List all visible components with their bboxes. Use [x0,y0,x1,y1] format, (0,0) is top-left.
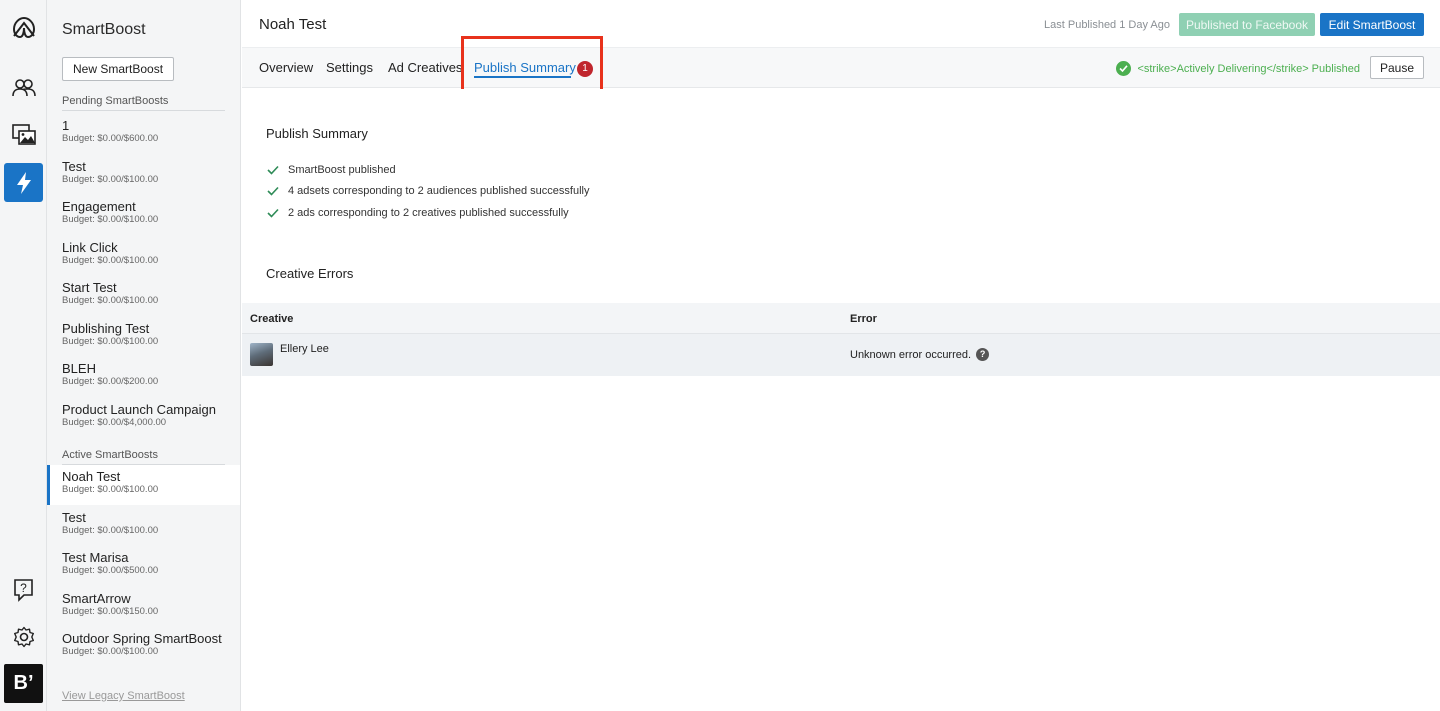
edit-smartboost-button[interactable]: Edit SmartBoost [1320,13,1424,36]
creative-name: Ellery Lee [280,343,329,355]
error-cell: Unknown error occurred. ? [850,348,990,361]
sidebar-item[interactable]: Outdoor Spring SmartBoost Budget: $0.00/$… [47,627,240,667]
delivery-status-text: <strike>Actively Delivering</strike> Pub… [1137,62,1360,75]
smartboost-sidebar: SmartBoost New SmartBoost Pending SmartB… [47,0,241,711]
summary-item-text: SmartBoost published [288,164,396,176]
table-row: Ellery Lee Unknown error occurred. ? [242,334,1440,376]
sidebar-item[interactable]: Start Test Budget: $0.00/$100.00 [47,276,240,316]
summary-item: 2 ads corresponding to 2 creatives publi… [267,207,569,219]
sidebar-item[interactable]: Link Click Budget: $0.00/$100.00 [47,236,240,276]
sidebar-item-name: Test Marisa [62,550,129,565]
active-section-label: Active SmartBoosts [62,449,225,465]
last-published-text: Last Published 1 Day Ago [1044,19,1170,31]
sidebar-item[interactable]: BLEH Budget: $0.00/$200.00 [47,357,240,397]
sidebar-item-name: Product Launch Campaign [62,401,216,417]
sidebar-item-budget: Budget: $0.00/$100.00 [62,254,159,266]
sidebar-item-budget: Budget: $0.00/$600.00 [62,133,159,144]
sidebar-item[interactable]: Product Launch Campaign Budget: $0.00/$4,… [47,398,240,438]
creative-errors-heading: Creative Errors [266,266,354,281]
sidebar-item-name: BLEH [62,361,96,376]
sidebar-item-name: Test [62,509,86,525]
sidebar-item-budget: Budget: $0.00/$100.00 [62,295,159,306]
page-header: Noah Test Last Published 1 Day Ago Publi… [242,0,1440,48]
sidebar-item-name: Link Click [62,239,118,255]
sidebar-item[interactable]: Noah Test Budget: $0.00/$100.00 [47,465,240,505]
help-icon[interactable]: ? [4,570,43,609]
errors-table-header: Creative Error [242,303,1440,334]
sidebar-item-name: Start Test [62,280,117,295]
sidebar-item-budget: Budget: $0.00/$100.00 [62,173,159,185]
sidebar-item-budget: Budget: $0.00/$4,000.00 [62,416,167,428]
sidebar-title: SmartBoost [62,21,146,38]
sidebar-item-budget: Budget: $0.00/$200.00 [62,376,159,387]
sidebar-item-name: Engagement [62,199,136,214]
tab-ad-creatives[interactable]: Ad Creatives [388,60,462,75]
summary-item: 4 adsets corresponding to 2 audiences pu… [267,185,589,197]
sidebar-item-budget: Budget: $0.00/$100.00 [62,646,159,657]
audiences-icon[interactable] [4,68,43,107]
logo-icon[interactable] [4,8,43,47]
sidebar-item[interactable]: Test Marisa Budget: $0.00/$500.00 [47,546,240,586]
tab-settings[interactable]: Settings [326,60,373,75]
help-icon[interactable]: ? [976,348,990,361]
sidebar-item-name: Noah Test [62,469,121,484]
brand-icon[interactable]: B’ [4,664,43,703]
sidebar-item[interactable]: SmartArrow Budget: $0.00/$150.00 [47,587,240,627]
check-icon [267,208,279,218]
sidebar-item-name: Test [62,158,86,174]
brand-label: B’ [13,672,34,694]
sidebar-item[interactable]: Test Budget: $0.00/$100.00 [47,155,240,195]
page-title: Noah Test [259,16,327,33]
sidebar-item-budget: Budget: $0.00/$100.00 [62,524,159,536]
column-header-error: Error [850,313,877,325]
tab-overview[interactable]: Overview [259,60,313,75]
summary-item-text: 2 ads corresponding to 2 creatives publi… [288,207,569,219]
sidebar-item[interactable]: 1 Budget: $0.00/$600.00 [47,114,240,154]
creative-thumbnail [250,343,273,366]
publish-summary-heading: Publish Summary [266,126,368,141]
publish-summary-panel: Publish Summary SmartBoost published 4 a… [242,89,1440,711]
sidebar-item-name: 1 [62,118,70,133]
sidebar-item-name: Outdoor Spring SmartBoost [62,631,222,646]
creatives-icon[interactable] [4,115,43,154]
sidebar-item[interactable]: Publishing Test Budget: $0.00/$100.00 [47,317,240,357]
view-legacy-link[interactable]: View Legacy SmartBoost [62,690,185,702]
sidebar-item-budget: Budget: $0.00/$100.00 [62,484,159,495]
check-icon [267,186,279,196]
sidebar-item-budget: Budget: $0.00/$100.00 [62,214,159,225]
check-circle-icon [1116,61,1132,76]
check-icon [267,165,279,175]
delivery-status: <strike>Actively Delivering</strike> Pub… [1116,61,1360,76]
column-header-creative: Creative [250,313,294,325]
svg-text:?: ? [20,581,27,595]
new-smartboost-button[interactable]: New SmartBoost [62,57,175,81]
icon-rail: ? B’ [0,0,47,711]
summary-item-text: 4 adsets corresponding to 2 audiences pu… [288,185,590,197]
error-message: Unknown error occurred. [850,348,972,361]
smartboost-bolt-icon[interactable] [4,163,43,202]
sidebar-item-name: SmartArrow [62,590,131,606]
sidebar-item-budget: Budget: $0.00/$500.00 [62,565,159,576]
sidebar-item[interactable]: Test Budget: $0.00/$100.00 [47,506,240,546]
tab-bar: Overview Settings Ad Creatives Publish S… [242,48,1440,88]
published-to-facebook-button[interactable]: Published to Facebook [1179,13,1315,36]
sidebar-item-name: Publishing Test [62,320,150,336]
summary-item: SmartBoost published [267,164,396,176]
pause-button[interactable]: Pause [1370,56,1424,79]
pending-section-label: Pending SmartBoosts [62,95,225,111]
sidebar-item[interactable]: Engagement Budget: $0.00/$100.00 [47,195,240,235]
sidebar-item-budget: Budget: $0.00/$100.00 [62,335,159,347]
settings-icon[interactable] [4,617,43,656]
sidebar-item-budget: Budget: $0.00/$150.00 [62,605,159,617]
